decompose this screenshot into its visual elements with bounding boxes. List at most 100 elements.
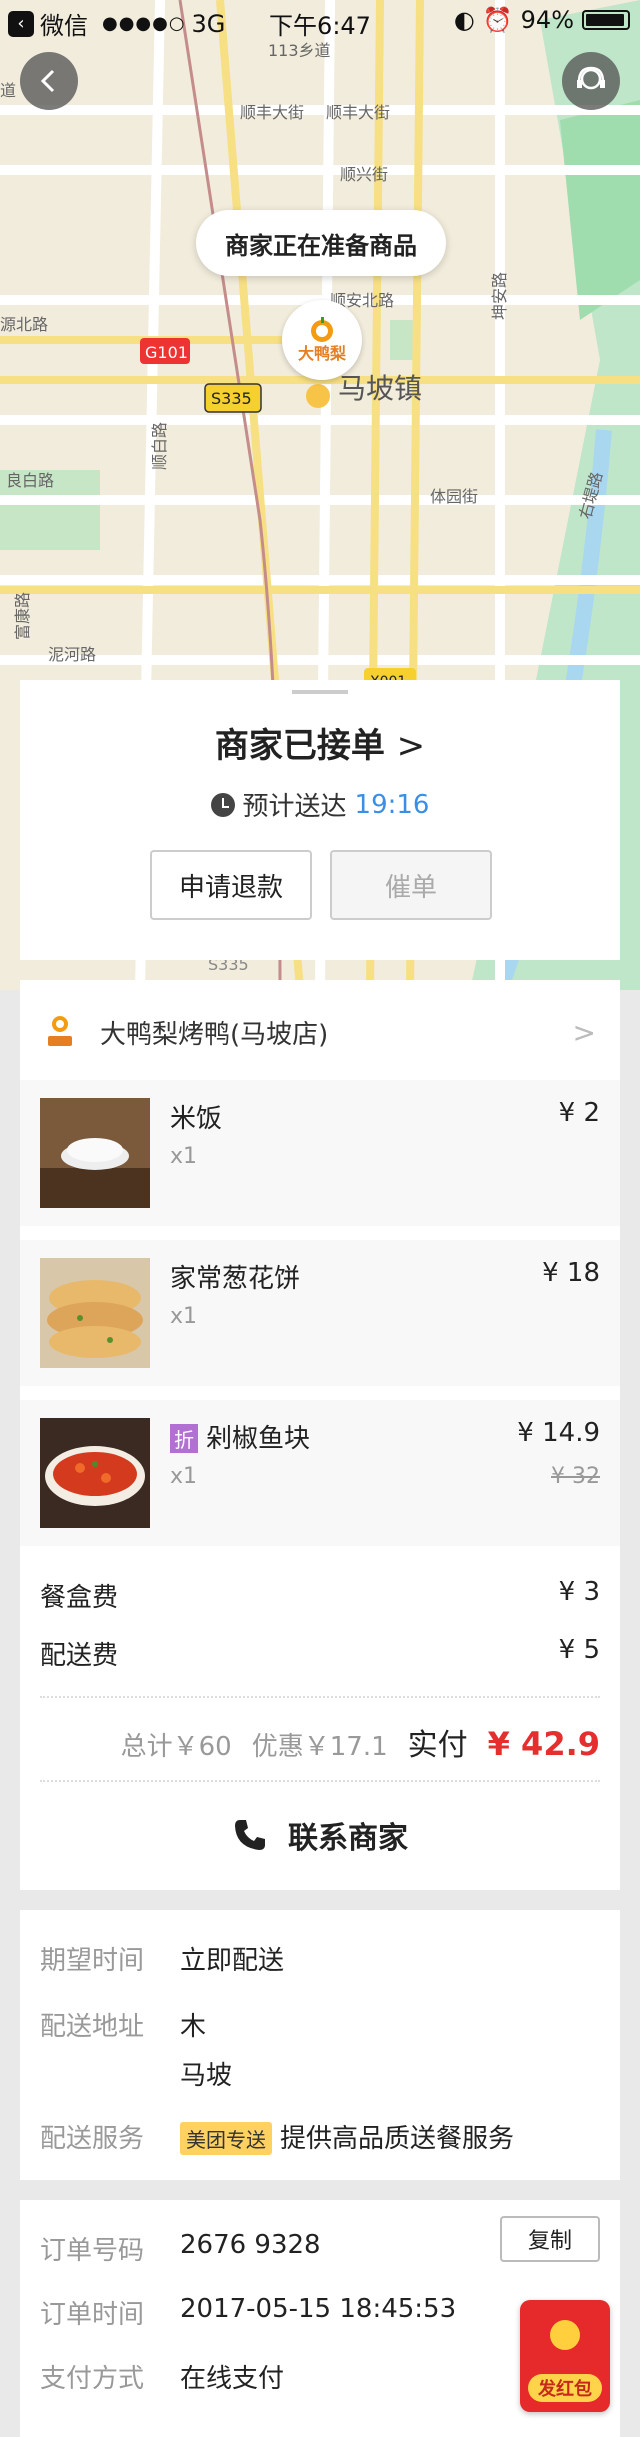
battery-percent: 94% (520, 6, 574, 34)
clock-icon (210, 792, 235, 817)
delivery-service-label: 配送服务 (40, 2124, 145, 2154)
back-button[interactable] (20, 52, 78, 110)
shop-row[interactable]: 大鸭梨烤鸭(马坡店) > (20, 980, 620, 1080)
box-fee-label: 餐盒费 (40, 1583, 119, 1613)
order-item[interactable]: 米饭 x1 ¥ 2 (20, 1080, 620, 1226)
payment-method-row: 支付方式 在线支付 (40, 2358, 284, 2395)
discount-amount: 优惠￥17.1 (251, 1732, 388, 1762)
eta-line: 预计送达 19:16 (20, 786, 620, 823)
coin-icon (550, 2320, 580, 2350)
delivery-service-row: 配送服务 美团专送 提供高品质送餐服务 (40, 2118, 514, 2155)
map-label: 顺丰大街 (240, 103, 304, 122)
totals-row: 总计￥60 优惠￥17.1 实付 ¥ 42.9 (121, 1720, 600, 1764)
divider (40, 1780, 600, 1782)
delivery-fee-label: 配送费 (40, 1641, 119, 1671)
delivery-fee-row: 配送费 ¥ 5 (40, 1635, 600, 1672)
payment-method-label: 支付方式 (40, 2364, 145, 2394)
item-name: 剁椒鱼块 (206, 1424, 311, 1454)
battery-icon (582, 10, 630, 30)
item-qty: x1 (170, 1304, 198, 1329)
order-item[interactable]: 折剁椒鱼块 x1 ¥ 14.9 ¥ 32 (20, 1400, 620, 1546)
delivery-info-card: 期望时间 立即配送 配送地址 木 马坡 配送服务 美团专送 提供高品质送餐服务 (20, 1910, 620, 2180)
order-number-value: 2676 9328 (180, 2230, 321, 2260)
divider (40, 1696, 600, 1698)
drag-handle[interactable] (292, 690, 348, 694)
map-label: 良白路 (6, 471, 54, 490)
box-fee-row: 餐盒费 ¥ 3 (40, 1577, 600, 1614)
status-bar: ‹ 微信 ●●●●○ 3G 下午6:47 ◐ ⏰ 94% (0, 0, 640, 40)
order-status-card: 商家已接单 > 预计送达 19:16 申请退款 催单 (20, 680, 620, 960)
order-status-title[interactable]: 商家已接单 > (20, 718, 620, 767)
chevron-right-icon: > (572, 1016, 596, 1049)
address-value: 木 马坡 (180, 2006, 232, 2092)
delivery-fee-value: ¥ 5 (558, 1635, 600, 1665)
eta-time: 19:16 (354, 789, 430, 820)
map-label: 富康路 (13, 592, 32, 640)
contact-merchant-label: 联系商家 (288, 1821, 408, 1856)
map-label: 顺白路 (150, 422, 169, 470)
meituan-express-tag: 美团专送 (180, 2122, 272, 2155)
order-status-text: 商家已接单 (214, 726, 385, 766)
item-original-price: ¥ 32 (551, 1464, 600, 1489)
shop-marker-text: 大鸭梨 (298, 344, 347, 363)
town-label: 马坡镇 (338, 372, 422, 405)
item-price: ¥ 2 (558, 1098, 600, 1128)
order-number-row: 订单号码 2676 9328 (40, 2230, 321, 2267)
map-label: 顺兴街 (340, 165, 388, 184)
item-price: ¥ 18 (542, 1258, 600, 1288)
address-line: 马坡 (180, 2061, 233, 2091)
map-label: 体园街 (430, 487, 478, 506)
shop-logo-icon (48, 1016, 72, 1046)
delivery-service-value: 提供高品质送餐服务 (280, 2124, 515, 2154)
map-label: S335 (211, 389, 252, 408)
total-amount: 总计￥60 (120, 1732, 232, 1762)
expected-time-value: 立即配送 (180, 1946, 285, 1976)
headset-icon (577, 66, 605, 90)
chevron-left-icon (40, 69, 55, 93)
item-price: ¥ 14.9 (517, 1418, 600, 1448)
expected-time-row: 期望时间 立即配送 (40, 1940, 284, 1977)
urge-order-button[interactable]: 催单 (330, 850, 492, 920)
item-name: 家常葱花饼 (170, 1264, 301, 1294)
map-label: 顺丰大街 (326, 103, 390, 122)
item-name: 米饭 (170, 1104, 223, 1134)
paid-amount: ¥ 42.9 (487, 1725, 600, 1763)
red-packet-button[interactable]: 发红包 (520, 2300, 610, 2412)
paid-label: 实付 (407, 1728, 468, 1763)
map-label: 源北路 (0, 315, 48, 334)
delivery-point-icon (306, 384, 330, 408)
shop-marker[interactable]: 大鸭梨 (282, 300, 362, 380)
order-time-row: 订单时间 2017-05-15 18:45:53 (40, 2294, 456, 2331)
phone-icon (235, 1820, 265, 1850)
item-name-row: 折剁椒鱼块 (170, 1418, 310, 1455)
customer-service-button[interactable] (562, 52, 620, 110)
order-time-label: 订单时间 (40, 2300, 145, 2330)
address-line: 木 (180, 2012, 207, 2042)
order-detail-card: 大鸭梨烤鸭(马坡店) > 米饭 x1 ¥ 2 家常葱花饼 x1 ¥ 18 折剁椒… (20, 980, 620, 1890)
map-label: 道 (0, 81, 16, 100)
map-label: 113乡道 (268, 41, 331, 60)
refund-button[interactable]: 申请退款 (150, 850, 312, 920)
chili-fish-image (40, 1418, 150, 1528)
expected-time-label: 期望时间 (40, 1946, 145, 1976)
item-qty: x1 (170, 1464, 198, 1489)
payment-method-value: 在线支付 (180, 2364, 285, 2394)
order-item[interactable]: 家常葱花饼 x1 ¥ 18 (20, 1240, 620, 1386)
eta-label: 预计送达 (242, 792, 347, 822)
status-bubble: 商家正在准备商品 (196, 210, 446, 276)
chevron-right-icon: > (396, 726, 426, 766)
order-number-label: 订单号码 (40, 2236, 145, 2266)
red-packet-label: 发红包 (528, 2374, 602, 2402)
rice-image (40, 1098, 150, 1208)
shop-logo-icon: 大鸭梨 (298, 317, 347, 363)
alarm-icon: ⏰ (482, 6, 513, 34)
address-row: 配送地址 木 马坡 (40, 2006, 232, 2092)
map-label: G101 (145, 343, 188, 362)
item-qty: x1 (170, 1144, 198, 1169)
map-label: 泥河路 (48, 645, 96, 664)
box-fee-value: ¥ 3 (558, 1577, 600, 1607)
order-time-value: 2017-05-15 18:45:53 (180, 2294, 457, 2324)
scallion-pancake-image (40, 1258, 150, 1368)
copy-button[interactable]: 复制 (500, 2216, 600, 2262)
contact-merchant-button[interactable]: 联系商家 (20, 1800, 620, 1870)
